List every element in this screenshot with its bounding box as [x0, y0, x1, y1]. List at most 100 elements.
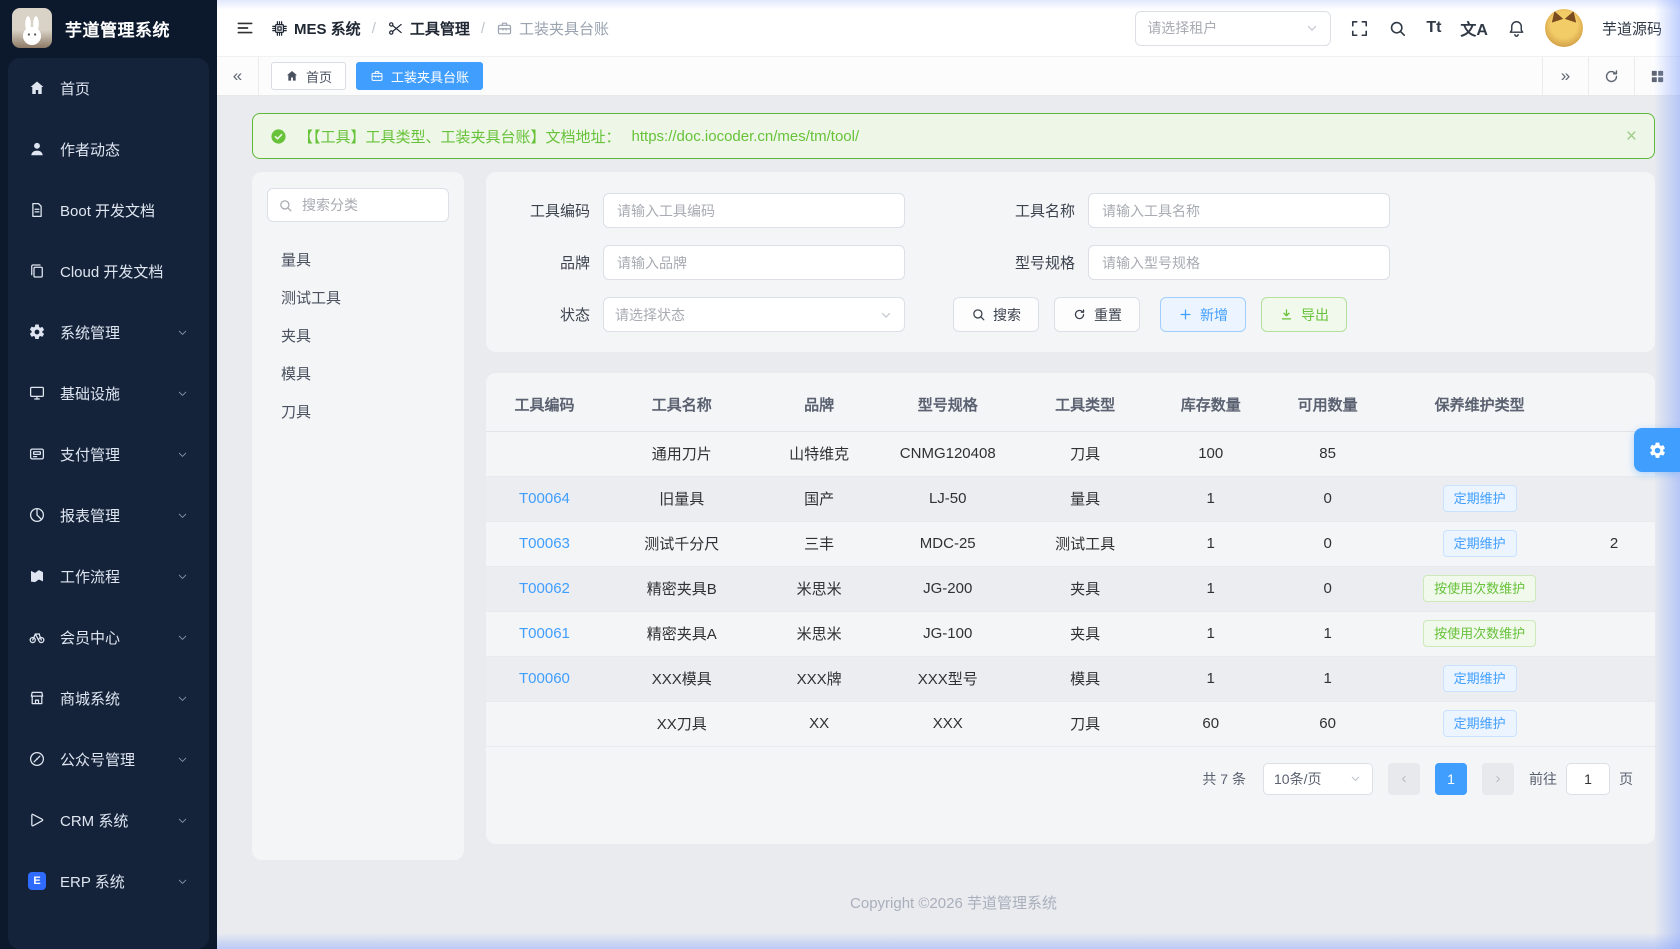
field-label-tool-code: 工具编码	[512, 200, 590, 221]
tool-code-input[interactable]	[615, 202, 893, 220]
sidebar-item-2[interactable]: 作者动态	[16, 127, 201, 171]
field-label-brand: 品牌	[512, 252, 590, 273]
bell-icon[interactable]	[1507, 19, 1526, 38]
sidebar-item-7[interactable]: 支付管理	[16, 432, 201, 476]
brand-input[interactable]	[615, 254, 893, 272]
tool-code-link[interactable]: T00061	[519, 625, 570, 642]
cell-available: 60	[1269, 701, 1386, 746]
prev-page-button[interactable]: ‹	[1388, 763, 1420, 795]
cell-type: 夹具	[1018, 611, 1152, 656]
cell-model: XXX	[878, 701, 1018, 746]
cell-available: 1	[1269, 611, 1386, 656]
goto-page-input[interactable]	[1566, 763, 1610, 795]
maintenance-type-badge: 定期维护	[1443, 710, 1517, 737]
category-item-3[interactable]: 夹具	[281, 318, 445, 356]
refresh-icon[interactable]	[1588, 57, 1634, 95]
sidebar-item-label: CRM 系统	[60, 810, 162, 831]
table-row: T00060XXX模具XXX牌XXX型号模具11定期维护	[486, 656, 1655, 701]
sidebar-item-3[interactable]: Boot 开发文档	[16, 188, 201, 232]
sidebar-item-14[interactable]: EERP 系统	[16, 859, 201, 903]
cell-brand: XXX牌	[761, 656, 878, 701]
filter-panel: 工具编码 工具名称 品牌	[486, 172, 1655, 352]
cell-brand: 山特维克	[761, 431, 878, 476]
breadcrumb-label: 工装夹具台账	[519, 18, 609, 39]
tool-code-link[interactable]: T00060	[519, 670, 570, 687]
sidebar-item-1[interactable]: 首页	[16, 66, 201, 110]
breadcrumb-item-1[interactable]: MES 系统	[271, 18, 361, 39]
sidebar-item-10[interactable]: 会员中心	[16, 615, 201, 659]
status-select[interactable]: 请选择状态	[603, 297, 905, 332]
sidebar-item-12[interactable]: 公众号管理	[16, 737, 201, 781]
category-search[interactable]	[267, 188, 449, 222]
cell-maintenance: 定期维护	[1386, 521, 1573, 566]
sidebar-item-13[interactable]: CRM 系统	[16, 798, 201, 842]
breadcrumb-item-2[interactable]: 工具管理	[387, 18, 470, 39]
user-avatar[interactable]	[1545, 9, 1583, 47]
tool-code-link[interactable]: T00063	[519, 535, 570, 552]
cell-available: 0	[1269, 566, 1386, 611]
tabs-scroll-left-icon[interactable]: «	[217, 57, 259, 95]
sidebar-item-label: 商城系统	[60, 688, 162, 709]
export-button[interactable]: 导出	[1261, 297, 1347, 332]
sidebar-item-9[interactable]: 工作流程	[16, 554, 201, 598]
cell-model: MDC-25	[878, 521, 1018, 566]
layout-grid-icon[interactable]	[1634, 57, 1680, 95]
crm-icon	[28, 811, 46, 829]
sidebar-item-8[interactable]: 报表管理	[16, 493, 201, 537]
alert-link[interactable]: https://doc.iocoder.cn/mes/tm/tool/	[632, 128, 860, 145]
close-icon[interactable]: ×	[1626, 127, 1637, 146]
sidebar-item-11[interactable]: 商城系统	[16, 676, 201, 720]
cpu-icon	[271, 20, 288, 37]
toolbox-icon	[496, 20, 513, 37]
cell-type: 刀具	[1018, 701, 1152, 746]
next-page-button[interactable]: ›	[1482, 763, 1514, 795]
add-button[interactable]: 新增	[1160, 297, 1246, 332]
table-column-header: 工具名称	[603, 379, 761, 431]
sidebar-item-6[interactable]: 基础设施	[16, 371, 201, 415]
model-input[interactable]	[1100, 254, 1378, 272]
font-size-icon[interactable]: Tt	[1426, 19, 1441, 37]
fullscreen-icon[interactable]	[1350, 19, 1369, 38]
sidebar-item-label: 报表管理	[60, 505, 162, 526]
search-button[interactable]: 搜索	[953, 297, 1039, 332]
collapse-menu-icon[interactable]	[235, 18, 255, 38]
category-item-5[interactable]: 刀具	[281, 394, 445, 432]
sidebar-item-4[interactable]: Cloud 开发文档	[16, 249, 201, 293]
breadcrumb-item-3[interactable]: 工装夹具台账	[496, 18, 609, 39]
search-icon[interactable]	[1388, 19, 1407, 38]
translate-icon[interactable]: 文A	[1460, 16, 1488, 40]
tool-code-link[interactable]: T00064	[519, 490, 570, 507]
tenant-select[interactable]: 请选择租户	[1135, 11, 1331, 46]
tab-2[interactable]: 工装夹具台账	[356, 62, 483, 90]
sidebar-item-label: 基础设施	[60, 383, 162, 404]
cell-type: 刀具	[1018, 431, 1152, 476]
table-row: T00063测试千分尺三丰MDC-25测试工具10定期维护2	[486, 521, 1655, 566]
category-item-4[interactable]: 模具	[281, 356, 445, 394]
page-size-value: 10条/页	[1274, 769, 1321, 789]
cell-tool-code: T00060	[486, 656, 603, 701]
table-row: T00064旧量具国产LJ-50量具10定期维护	[486, 476, 1655, 521]
category-search-input[interactable]	[300, 196, 438, 214]
reset-button[interactable]: 重置	[1054, 297, 1140, 332]
table-column-header: 库存数量	[1152, 379, 1269, 431]
current-page-button[interactable]: 1	[1435, 763, 1467, 795]
tool-name-input[interactable]	[1100, 202, 1378, 220]
cell-name: XX刀具	[603, 701, 761, 746]
category-item-1[interactable]: 量具	[281, 242, 445, 280]
sidebar-item-label: 支付管理	[60, 444, 162, 465]
search-icon	[278, 198, 293, 213]
logo-row[interactable]: 芋道管理系统	[0, 0, 217, 56]
sidebar-item-label: ERP 系统	[60, 871, 162, 892]
cell-model: CNMG120408	[878, 431, 1018, 476]
table-row: XX刀具XXXXX刀具6060定期维护	[486, 701, 1655, 746]
category-item-2[interactable]: 测试工具	[281, 280, 445, 318]
tool-code-link[interactable]: T00062	[519, 580, 570, 597]
page-size-select[interactable]: 10条/页	[1263, 763, 1373, 795]
tabs-scroll-right-icon[interactable]: »	[1542, 57, 1588, 95]
settings-drawer-button[interactable]	[1634, 428, 1680, 472]
tab-1[interactable]: 首页	[271, 62, 346, 90]
sidebar-item-5[interactable]: 系统管理	[16, 310, 201, 354]
table-column-header: 工具类型	[1018, 379, 1152, 431]
user-icon	[28, 140, 46, 158]
sidebar-item-label: 工作流程	[60, 566, 162, 587]
